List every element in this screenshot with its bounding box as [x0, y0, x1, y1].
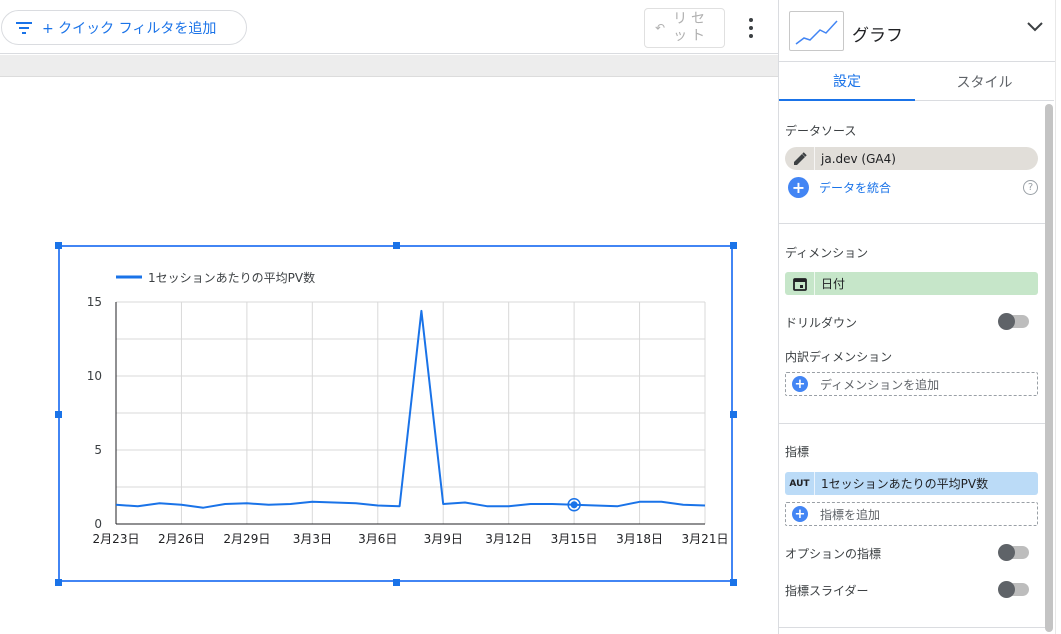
x-tick-label: 3月18日	[616, 532, 663, 546]
metric-slider-label: 指標スライダー	[785, 584, 869, 598]
chart-component[interactable]: 0 5 10 15 2月23日 2月26日 2月29日 3月3日 3月6日 3月9日 3月12日 3月…	[55, 242, 737, 586]
drilldown-toggle[interactable]	[998, 313, 1029, 330]
reset-button[interactable]: ↶ リセット	[644, 8, 725, 48]
x-tick-label: 3月12日	[485, 532, 532, 546]
metric-chip[interactable]: AUT 1セッションあたりの平均PV数	[785, 472, 1038, 495]
highlight-point	[570, 501, 578, 509]
x-tick-label: 2月23日	[93, 532, 140, 546]
add-metric-label: 指標を追加	[820, 507, 881, 522]
dimension-heading: ディメンション	[785, 246, 869, 260]
report-toolbar: + クイック フィルタを追加 ↶ リセット	[0, 0, 778, 54]
x-tick-label: 3月21日	[682, 532, 729, 546]
x-tick-label: 2月29日	[223, 532, 270, 546]
y-tick-label: 10	[87, 369, 102, 383]
blend-data-label: データを統合	[819, 181, 892, 195]
add-quick-filter-button[interactable]: + クイック フィルタを追加	[1, 10, 247, 45]
add-dimension-label: ディメンションを追加	[820, 377, 940, 392]
more-options-icon[interactable]	[740, 16, 762, 40]
dimension-value: 日付	[821, 277, 846, 291]
add-quick-filter-label: + クイック フィルタを追加	[42, 20, 217, 37]
report-editor: + クイック フィルタを追加 ↶ リセット 0 5 10 15 2月23日 2月26日 2月…	[0, 0, 1061, 634]
add-dimension-button[interactable]: + ディメンションを追加	[785, 372, 1038, 396]
section-divider	[779, 627, 1045, 628]
chevron-down-icon[interactable]	[1027, 22, 1043, 32]
datasource-chip[interactable]: ja.dev (GA4)	[785, 147, 1038, 170]
line-chart: 0 5 10 15 2月23日 2月26日 2月29日 3月3日 3月6日 3月9日 3月12日 3月…	[87, 270, 729, 546]
x-tick-label: 3月15日	[551, 532, 598, 546]
add-icon: +	[792, 376, 808, 392]
add-icon: +	[792, 506, 808, 522]
panel-tabs: 設定 スタイル	[779, 63, 1054, 101]
x-tick-label: 3月6日	[358, 532, 397, 546]
y-tick-label: 5	[94, 443, 102, 457]
optional-metrics-label: オプションの指標	[785, 547, 882, 561]
y-tick-label: 0	[94, 517, 102, 531]
add-icon: +	[788, 177, 809, 198]
x-tick-label: 3月9日	[424, 532, 463, 546]
legend-label: 1セッションあたりの平均PV数	[148, 270, 315, 285]
aggregation-type-badge[interactable]: AUT	[785, 472, 815, 495]
breakdown-dimension-heading: 内訳ディメンション	[785, 350, 893, 364]
reset-label: リセット	[673, 11, 710, 44]
calendar-icon	[785, 272, 815, 295]
metric-value: 1セッションあたりの平均PV数	[821, 477, 989, 491]
metric-slider-toggle[interactable]	[998, 581, 1029, 598]
chart-type-selector[interactable]: グラフ	[779, 0, 1061, 62]
canvas-ruler	[0, 55, 778, 77]
filter-icon	[16, 21, 32, 34]
scrollbar-thumb[interactable]	[1045, 104, 1053, 632]
x-tick-label: 2月26日	[158, 532, 205, 546]
series-line	[115, 309, 706, 509]
add-metric-button[interactable]: + 指標を追加	[785, 502, 1038, 526]
undo-icon: ↶	[655, 20, 666, 35]
y-tick-label: 15	[87, 295, 102, 309]
metric-slider-row: 指標スライダー	[785, 580, 1030, 600]
section-divider	[779, 223, 1045, 224]
properties-panel: グラフ 設定 スタイル データソース ja.dev (GA4) + データを統合…	[778, 0, 1061, 634]
panel-edge	[1055, 0, 1061, 634]
metric-heading: 指標	[785, 445, 810, 459]
pencil-icon[interactable]	[785, 147, 815, 170]
optional-metrics-toggle[interactable]	[998, 544, 1029, 561]
datasource-heading: データソース	[785, 124, 857, 138]
chart-type-title: グラフ	[852, 26, 903, 46]
line-chart-thumbnail-icon	[789, 11, 844, 51]
datasource-name: ja.dev (GA4)	[821, 151, 896, 166]
tab-style[interactable]: スタイル	[915, 63, 1054, 101]
help-icon[interactable]: ?	[1023, 180, 1038, 195]
x-tick-label: 3月3日	[293, 532, 332, 546]
optional-metrics-row: オプションの指標	[785, 543, 1030, 563]
drilldown-label: ドリルダウン	[785, 316, 858, 330]
section-divider	[779, 423, 1045, 424]
blend-data-button[interactable]: + データを統合	[788, 177, 891, 198]
drilldown-row: ドリルダウン	[785, 312, 1030, 332]
dimension-chip[interactable]: 日付	[785, 272, 1038, 295]
tab-setup[interactable]: 設定	[779, 63, 915, 101]
